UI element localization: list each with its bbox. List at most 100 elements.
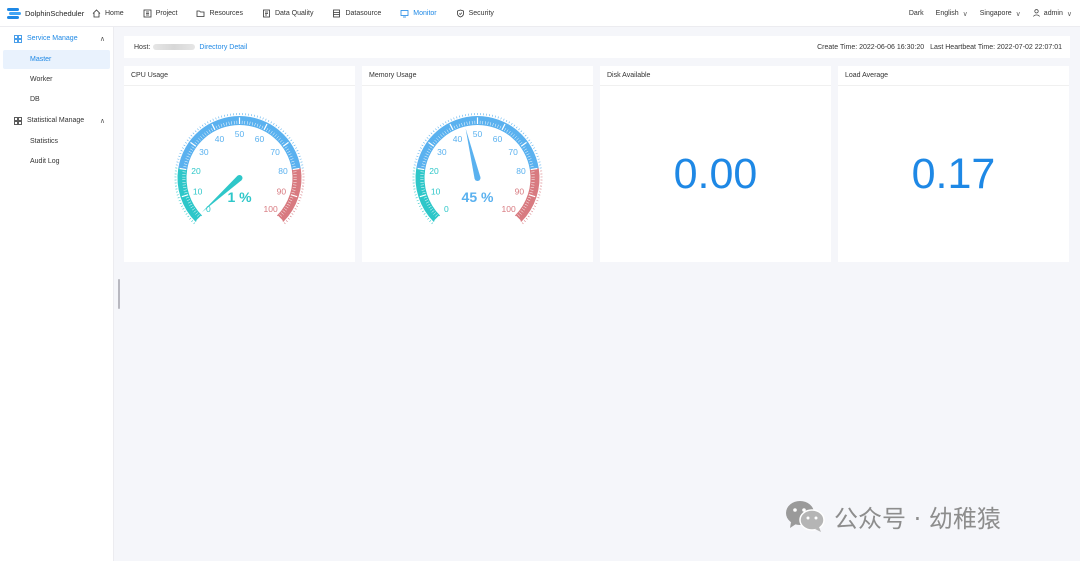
create-time: Create Time: 2022-06-06 16:30:20 [817, 43, 925, 51]
card-title: Memory Usage [362, 66, 593, 86]
gauge-outer-tick [298, 155, 301, 157]
gauge-outer-tick [298, 199, 301, 202]
gauge-outer-tick [439, 124, 442, 127]
gauge-outer-tick [207, 121, 209, 124]
chevron-down-icon: ∨ [1066, 10, 1072, 18]
host-times: Create Time: 2022-06-06 16:30:20 Last He… [813, 44, 1062, 51]
language-label: English [935, 10, 959, 17]
host-label: Host: [134, 43, 151, 51]
nav-project[interactable]: Project [143, 0, 178, 27]
nav-project-label: Project [155, 9, 178, 17]
sidebar: Service Manage ∧ Master Worker DB Statis… [0, 27, 114, 561]
gauge-tick-label: 80 [278, 166, 288, 176]
gauge-outer-tick [177, 197, 180, 199]
gauge-outer-tick [497, 116, 499, 119]
gauge-outer-tick [180, 150, 183, 152]
top-navigation-bar: DolphinScheduler Home Project Resources … [0, 0, 1080, 27]
gauge-value-label: 45 % [462, 189, 494, 205]
nav-home[interactable]: Home [92, 0, 124, 27]
main-content: Host: Directory Detail Create Time: 2022… [114, 27, 1080, 561]
sidebar-group-statistical-manage[interactable]: Statistical Manage ∧ [0, 110, 113, 131]
gauge-value-label: 1 % [227, 189, 252, 205]
user-icon [1033, 8, 1040, 19]
gauge-outer-tick [291, 213, 294, 215]
gauge-outer-tick [528, 139, 531, 142]
gauge-outer-tick [282, 130, 285, 133]
gauge-outer-tick [532, 208, 535, 210]
gauge-outer-tick [418, 205, 422, 207]
data-quality-icon [262, 9, 271, 18]
nav-resources-label: Resources [209, 9, 243, 17]
gauge-outer-tick [426, 137, 429, 139]
app-logo[interactable]: DolphinScheduler [0, 0, 92, 27]
sidebar-item-statistics[interactable]: Statistics [3, 132, 110, 151]
load-average-card: Load Average 0.17 [838, 66, 1069, 262]
gauge-outer-tick [427, 217, 430, 220]
gauge-outer-tick [293, 144, 296, 147]
monitor-icon [400, 9, 409, 18]
gauge-tick-label: 80 [516, 166, 526, 176]
nav-datasource[interactable]: Datasource [332, 0, 381, 27]
gauge-tick-label: 70 [270, 147, 280, 157]
gauge-outer-tick [500, 117, 502, 120]
memory-gauge-container: 0 10 20 30 40 50 60 70 80 90 100 45 % [362, 86, 593, 262]
gauge-outer-tick [179, 152, 182, 155]
chevron-up-icon: ∧ [99, 35, 105, 43]
sidebar-item-label: DB [30, 96, 40, 103]
gauge-outer-tick [494, 115, 496, 118]
sidebar-item-master[interactable]: Master [3, 50, 110, 69]
gauge-outer-tick [179, 202, 182, 205]
gauge-band-1 [416, 116, 539, 170]
sidebar-group-service-manage[interactable]: Service Manage ∧ [0, 28, 113, 49]
gauge-outer-tick [521, 222, 524, 225]
sidebar-item-db[interactable]: DB [3, 90, 110, 109]
gauge-outer-tick [192, 132, 195, 135]
gauge-tick-label: 90 [277, 187, 287, 197]
load-average-value: 0.17 [911, 150, 996, 198]
gauge-outer-tick [265, 118, 267, 121]
gauge-outer-tick [417, 152, 420, 155]
gauge-outer-tick [531, 210, 534, 213]
sidebar-item-label: Audit Log [30, 158, 60, 165]
gauge-outer-tick [256, 115, 258, 118]
gauge-outer-tick [183, 210, 186, 213]
directory-detail-link[interactable]: Directory Detail [199, 44, 247, 51]
gauge-outer-tick [182, 208, 185, 210]
language-select[interactable]: English ∨ [936, 10, 968, 18]
sidebar-item-worker[interactable]: Worker [3, 70, 110, 89]
nav-monitor[interactable]: Monitor [400, 0, 437, 27]
watermark-text: 公众号 · 幼稚猿 [834, 504, 1001, 533]
gauge-tick-label: 50 [473, 129, 483, 139]
timezone-select[interactable]: Singapore ∨ [980, 10, 1021, 18]
project-icon [143, 9, 152, 18]
host-address-redacted [153, 44, 196, 50]
gauge-outer-tick [523, 220, 526, 222]
sidebar-item-audit-log[interactable]: Audit Log [3, 152, 110, 171]
gauge-tick-label: 30 [437, 147, 447, 157]
gauge-outer-tick [429, 220, 432, 222]
gauge-outer-tick [176, 194, 179, 196]
gauge-outer-tick [535, 152, 538, 155]
nav-data-quality[interactable]: Data Quality [262, 0, 313, 27]
nav-resources[interactable]: Resources [196, 0, 243, 27]
gauge-outer-tick [508, 121, 510, 124]
datasource-icon [332, 9, 341, 18]
gauge-outer-tick [518, 128, 520, 131]
main-nav: Home Project Resources Data Quality Data… [92, 0, 513, 27]
gauge-outer-tick [456, 116, 458, 119]
gauge-outer-tick [177, 158, 180, 160]
memory-usage-card: Memory Usage 0 10 20 30 40 50 60 70 80 90 100 45 % [362, 66, 593, 262]
gauge-outer-tick [267, 119, 270, 123]
gauge-outer-tick [535, 202, 538, 205]
nav-security[interactable]: Security [456, 0, 494, 27]
theme-toggle[interactable]: Dark [909, 10, 924, 17]
gauge-outer-tick [178, 199, 181, 202]
gauge-outer-tick [520, 130, 523, 133]
user-menu[interactable]: admin ∨ [1033, 8, 1072, 19]
sidebar-item-label: Master [30, 56, 52, 63]
gauge-outer-tick [189, 217, 192, 220]
gauge-outer-tick [193, 222, 196, 225]
nav-security-label: Security [468, 9, 494, 17]
gauge-outer-tick [204, 122, 206, 125]
gauge-tick-label: 10 [193, 187, 203, 197]
